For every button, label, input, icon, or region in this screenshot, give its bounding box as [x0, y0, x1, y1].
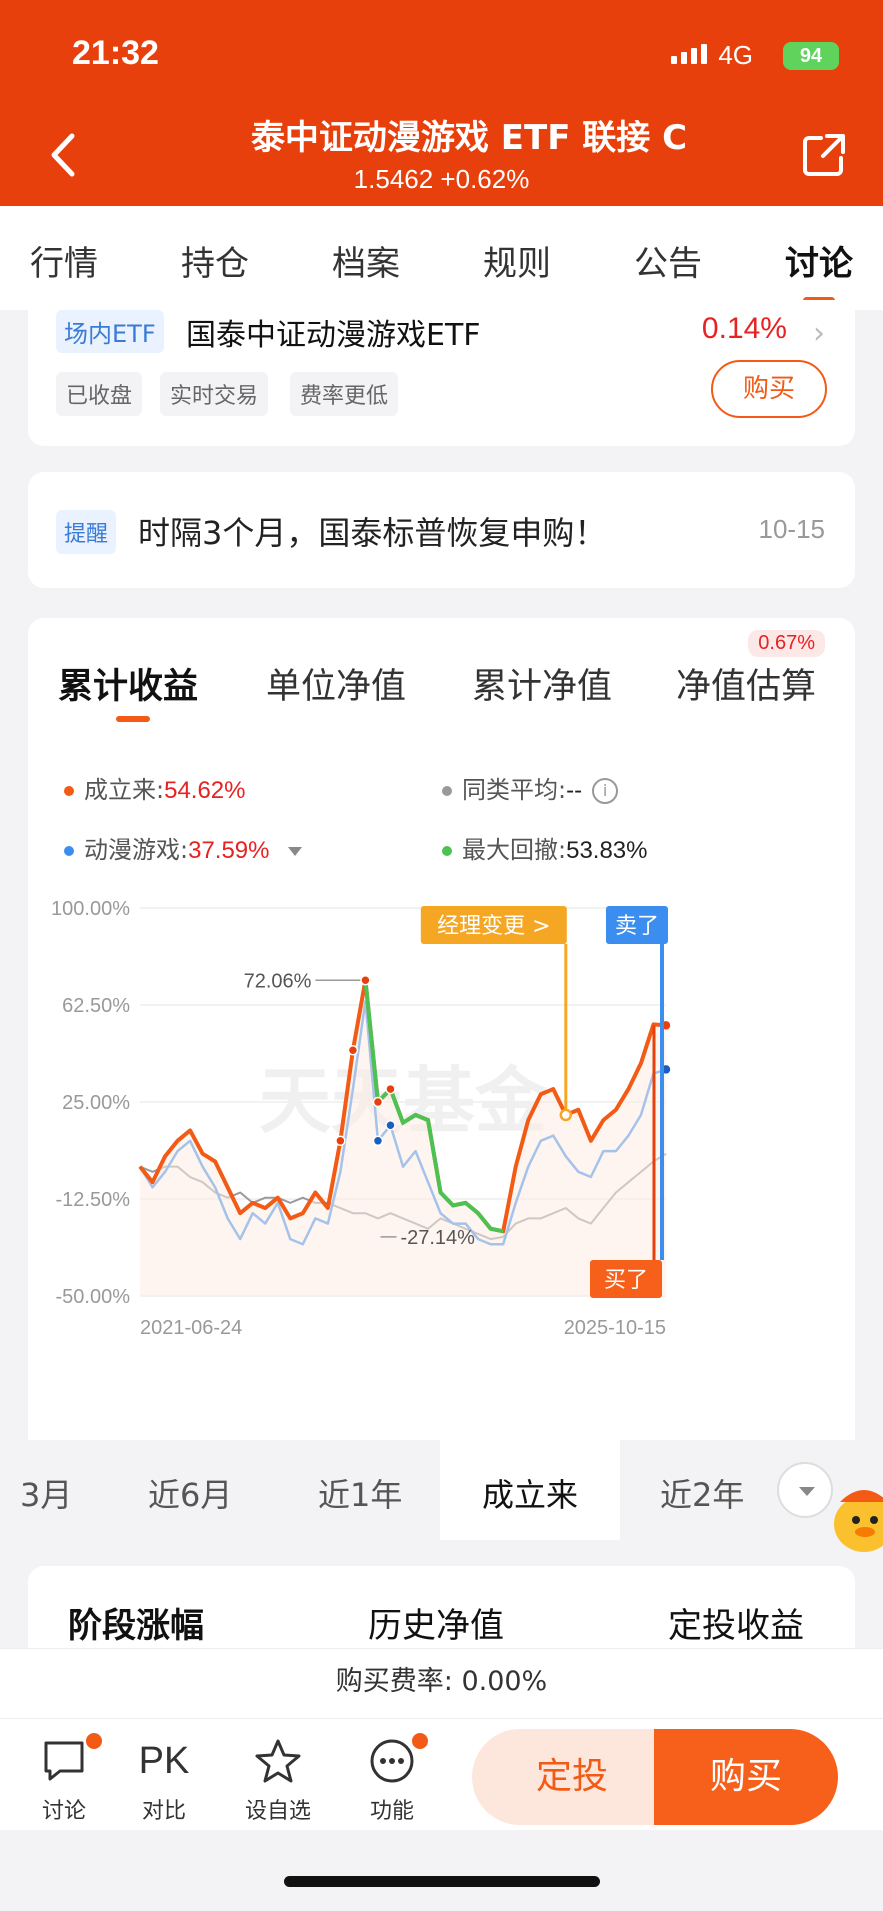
notice-date: 10-15	[758, 514, 826, 544]
home-indicator[interactable]	[284, 1876, 600, 1887]
etf-change: 0.14%	[701, 312, 787, 345]
chat-icon	[44, 1741, 84, 1781]
y-tick-label: 100.00%	[51, 898, 130, 920]
chart-card: 0.67% 累计收益 单位净值 累计净值 净值估算 成立来:54.62% 同类平…	[28, 618, 855, 1538]
trade-dot	[385, 1120, 396, 1131]
legend-max-drawdown: 最大回撤:53.83%	[442, 830, 648, 865]
signal-icon	[671, 44, 707, 64]
etf-tag: 场内ETF	[56, 310, 164, 353]
tab-discussion[interactable]: 讨论	[785, 206, 853, 310]
status-time: 21:32	[72, 34, 159, 72]
sell-label: 卖了	[615, 914, 659, 939]
tab-history-nav[interactable]: 历史净值	[368, 1598, 504, 1647]
tab-holdings[interactable]: 持仓	[181, 206, 249, 310]
legend-benchmark[interactable]: 动漫游戏:37.59%	[64, 830, 302, 865]
fund-title: 泰中证动漫游戏 ETF 联接 C	[250, 118, 688, 158]
trough-label: -27.14%	[400, 1227, 475, 1249]
discussion-button[interactable]: 讨论	[24, 1731, 104, 1825]
tab-stage-change[interactable]: 阶段涨幅	[68, 1598, 204, 1647]
range-2y[interactable]: 近2年	[660, 1470, 744, 1516]
range-more-icon[interactable]	[777, 1462, 833, 1518]
x-tick-label: 2025-10-15	[564, 1317, 666, 1339]
dingtou-button[interactable]: 定投	[472, 1729, 672, 1825]
compare-button[interactable]: PK 对比	[124, 1737, 204, 1825]
notice-tag: 提醒	[56, 510, 117, 554]
tab-dingtou-return[interactable]: 定投收益	[668, 1598, 804, 1647]
tab-cumulative-return[interactable]: 累计收益	[58, 658, 198, 709]
manager-change-label: 经理变更 >	[437, 914, 550, 939]
tab-profile[interactable]: 档案	[332, 206, 400, 310]
trade-dot	[347, 1045, 359, 1056]
peak-label: 72.06%	[244, 970, 312, 992]
status-bar: 21:32 4G 94	[0, 0, 883, 110]
range-6m[interactable]: 近6月	[148, 1470, 232, 1516]
tab-nav-estimate[interactable]: 净值估算	[676, 658, 816, 709]
pk-icon: PK	[138, 1740, 190, 1782]
star-icon	[255, 1739, 301, 1783]
buy-label: 买了	[604, 1268, 648, 1293]
y-tick-label: 25.00%	[62, 1092, 130, 1114]
function-button[interactable]: 功能	[352, 1731, 432, 1825]
etf-buy-button[interactable]: 购买	[711, 360, 827, 418]
y-tick-label: -50.00%	[56, 1286, 131, 1308]
etf-name[interactable]: 国泰中证动漫游戏ETF	[186, 310, 481, 354]
notice-text[interactable]: 时隔3个月，国泰标普恢复申购！	[138, 508, 606, 554]
range-since-inception[interactable]: 成立来	[440, 1440, 620, 1540]
range-3m[interactable]: 3月	[20, 1470, 72, 1516]
etf-card[interactable]: 场内ETF 国泰中证动漫游戏ETF 0.14% › 已收盘 实时交易 费率更低 …	[28, 300, 855, 446]
range-1y[interactable]: 近1年	[318, 1470, 402, 1516]
share-icon[interactable]	[801, 132, 847, 178]
purchase-fee: 购买费率: 0.00%	[0, 1648, 883, 1718]
y-tick-label: -12.50%	[56, 1189, 131, 1211]
return-chart[interactable]: 100.00% 62.50% 25.00% -12.50% -50.00% 2021-06…	[28, 888, 855, 1348]
dropdown-caret-icon	[287, 846, 302, 856]
range-selector: 3月 近6月 近1年 成立来 近2年	[20, 1440, 855, 1540]
battery-icon: 94	[783, 42, 839, 70]
tab-unit-nav[interactable]: 单位净值	[266, 658, 406, 709]
trade-dot	[335, 1135, 346, 1147]
fund-tabs: 行情 持仓 档案 规则 公告 讨论	[0, 206, 883, 310]
x-tick-label: 2021-06-24	[140, 1317, 242, 1339]
chip-closed: 已收盘	[56, 372, 143, 416]
chip-lower-fee: 费率更低	[290, 372, 399, 416]
legend-since-inception: 成立来:54.62%	[64, 770, 246, 805]
notice-card[interactable]: 提醒 时隔3个月，国泰标普恢复申购！ 10-15	[28, 472, 855, 588]
chip-realtime: 实时交易	[160, 372, 269, 416]
trade-dot	[372, 1135, 384, 1147]
buy-button[interactable]: 购买	[654, 1729, 838, 1825]
tab-cumulative-nav[interactable]: 累计净值	[472, 658, 612, 709]
more-icon	[370, 1739, 414, 1783]
fund-price: 1.5462 +0.62%	[353, 164, 530, 194]
watchlist-button[interactable]: 设自选	[238, 1737, 318, 1825]
trade-dot	[385, 1083, 396, 1095]
y-tick-label: 62.50%	[62, 995, 130, 1017]
fund-header: 泰中证动漫游戏 ETF 联接 C 1.5462 +0.62%	[0, 110, 883, 206]
info-icon[interactable]: i	[592, 778, 619, 804]
estimate-badge: 0.67%	[748, 630, 825, 657]
home-indicator-area	[0, 1830, 883, 1911]
trade-dot	[372, 1096, 384, 1108]
chart-tabs: 累计收益 单位净值 累计净值 净值估算	[28, 658, 855, 738]
chevron-right-icon[interactable]: ›	[813, 316, 825, 351]
trade-dot	[360, 975, 371, 986]
mascot-icon[interactable]	[830, 1472, 883, 1556]
network-label: 4G	[718, 40, 753, 70]
legend-peer-average: 同类平均:-- i	[442, 770, 619, 805]
active-tab-indicator	[116, 716, 150, 722]
tab-market[interactable]: 行情	[30, 206, 98, 310]
tab-rules[interactable]: 规则	[483, 206, 551, 310]
manager-change-dot	[559, 1108, 573, 1122]
bottom-toolbar: 讨论 PK 对比 设自选 功能 定投 购买	[0, 1718, 883, 1830]
tab-announcements[interactable]: 公告	[634, 206, 702, 310]
